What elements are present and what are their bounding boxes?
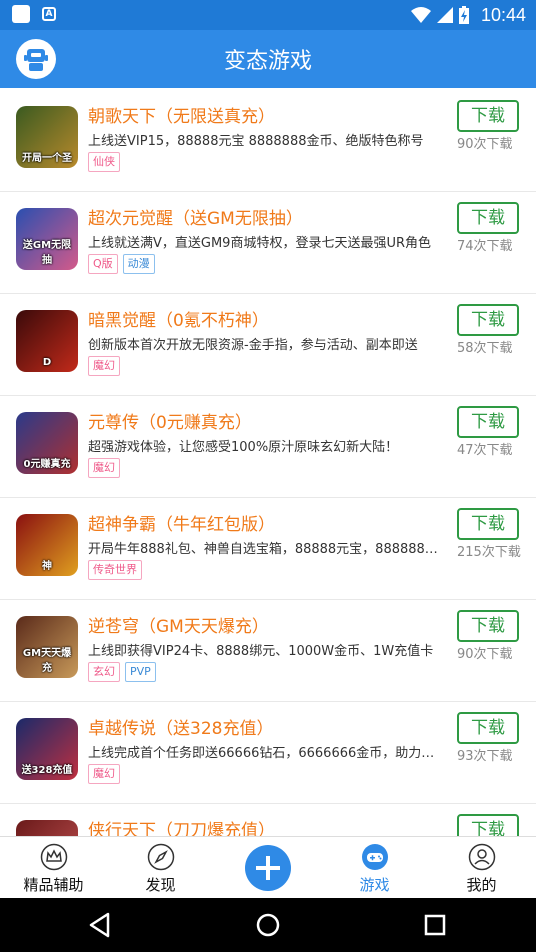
add-button[interactable] [245,845,291,891]
nav-label: 精品辅助 [23,876,84,894]
game-tag: 魔幻 [88,764,120,784]
game-tags: 魔幻 [88,764,120,784]
game-list-item[interactable]: GM天天爆充 逆苍穹（GM天天爆充） 上线即获得VIP24卡、8888绑元、1000… [0,600,536,702]
download-count: 93次下载 [457,749,513,764]
game-icon-label: 神 [42,561,52,572]
notification-square-icon [12,5,30,23]
game-icon[interactable]: 送GM无限抽 [16,208,78,270]
game-tag: Q版 [88,254,118,274]
battery-charging-icon [458,6,469,24]
game-icon-label: 开局一个圣 [22,153,72,164]
game-title[interactable]: 超神争霸（牛年红包版） [88,510,438,535]
game-icon[interactable]: GM天天爆充 [16,616,78,678]
clock: 10:44 [480,4,526,25]
user-icon [468,843,495,871]
wifi-icon [410,7,431,23]
nav-tab-games[interactable]: 游戏 [321,837,428,899]
download-count: 47次下载 [457,443,513,458]
download-button[interactable]: 下载 [457,100,519,132]
nav-label: 我的 [466,876,497,894]
game-icon[interactable] [16,820,78,836]
cellular-signal-icon [436,7,453,23]
nav-label: 游戏 [359,876,390,894]
game-title[interactable]: 超次元觉醒（送GM无限抽） [88,204,438,229]
compass-icon [147,843,174,871]
home-icon[interactable] [256,913,280,937]
game-list-item[interactable]: 神 超神争霸（牛年红包版） 开局牛年888礼包、神兽自选宝箱，88888元宝，888… [0,498,536,600]
game-title[interactable]: 逆苍穹（GM天天爆充） [88,612,438,637]
game-icon[interactable]: 0元赚真充 [16,412,78,474]
nav-tab-profile[interactable]: 我的 [428,837,535,899]
game-list-item[interactable]: D 暗黑觉醒（0氪不朽神） 创新版本首次开放无限资源-金手指，参与活动、副本即送魔幻… [0,294,536,396]
app-bar: 变态游戏 [0,30,536,88]
gamepad-icon [361,844,388,870]
game-icon[interactable]: D [16,310,78,372]
game-list-item[interactable]: 开局一个圣 朝歌天下（无限送真充） 上线送VIP15，88888元宝 8888888… [0,90,536,192]
game-description: 上线完成首个任务即送66666钻石，6666666金币，助力成长 [88,746,442,761]
system-nav-bar [0,898,536,952]
game-icon-label: 送328充值 [21,765,73,776]
game-icon[interactable]: 开局一个圣 [16,106,78,168]
game-list-item[interactable]: 送328充值 卓越传说（送328充值） 上线完成首个任务即送66666钻石，6666… [0,702,536,804]
game-list-item[interactable]: 0元赚真充 元尊传（0元赚真充） 超强游戏体验，让您感受100%原汁原味玄幻新大陆！… [0,396,536,498]
download-button[interactable]: 下载 [457,712,519,744]
game-title[interactable]: 卓越传说（送328充值） [88,714,438,739]
game-icon[interactable]: 神 [16,514,78,576]
game-tags: 玄幻 PVP [88,662,156,682]
game-title[interactable]: 暗黑觉醒（0氪不朽神） [88,306,438,331]
nav-label: 发现 [145,876,176,894]
recents-icon[interactable] [424,914,446,936]
game-title[interactable]: 元尊传（0元赚真充） [88,408,438,433]
game-tag: 仙侠 [88,152,120,172]
download-button[interactable]: 下载 [457,610,519,642]
nav-tab-discover[interactable]: 发现 [107,837,214,899]
download-button[interactable]: 下载 [457,814,519,836]
download-button[interactable]: 下载 [457,508,519,540]
back-icon[interactable] [88,912,112,938]
game-list-item[interactable]: 送GM无限抽 超次元觉醒（送GM无限抽） 上线就送满V，直送GM9商城特权，登录七天… [0,192,536,294]
nav-tab-featured[interactable]: 精品辅助 [0,837,107,899]
game-title[interactable]: 侠行天下（刀刀爆充值） [88,816,438,836]
status-bar: A 10:44 [0,0,536,30]
page-title: 变态游戏 [223,49,312,74]
game-description: 开局牛年888礼包、神兽自选宝箱，88888元宝，888888金币 [88,542,442,557]
download-button[interactable]: 下载 [457,304,519,336]
game-tag: 魔幻 [88,458,120,478]
bottom-nav: 精品辅助 发现 游戏 我的 [0,836,536,898]
game-tag: PVP [125,662,156,682]
game-tags: 传奇世界 [88,560,142,580]
download-button[interactable]: 下载 [457,202,519,234]
download-count: 58次下载 [457,341,513,356]
game-description: 上线就送满V，直送GM9商城特权，登录七天送最强UR角色 [88,236,432,251]
game-tag: 动漫 [122,254,155,274]
game-title[interactable]: 朝歌天下（无限送真充） [88,102,438,127]
game-description: 超强游戏体验，让您感受100%原汁原味玄幻新大陆！ [88,440,399,455]
game-tags: 魔幻 [88,458,120,478]
game-tags: 仙侠 [88,152,120,172]
game-tags: 魔幻 [88,356,120,376]
download-count: 215次下载 [457,545,521,560]
game-icon-label: 0元赚真充 [23,459,71,470]
download-button[interactable]: 下载 [457,406,519,438]
crown-icon [40,843,67,871]
game-tags: Q版 动漫 [88,254,155,274]
game-tag: 魔幻 [88,356,120,376]
game-description: 上线送VIP15，88888元宝 8888888金币、绝版特色称号 [88,134,424,149]
game-description: 创新版本首次开放无限资源-金手指，参与活动、副本即送 [88,338,418,353]
download-count: 90次下载 [457,137,513,152]
game-tag: 玄幻 [88,662,120,682]
download-count: 90次下载 [457,647,513,662]
game-icon-label: 送GM无限抽 [22,240,72,266]
game-list[interactable]: 开局一个圣 朝歌天下（无限送真充） 上线送VIP15，88888元宝 8888888… [0,90,536,836]
notification-a-icon: A [42,7,56,21]
game-tag: 传奇世界 [88,560,142,580]
download-count: 74次下载 [457,239,513,254]
game-icon-label: D [42,357,52,368]
plus-icon [256,856,280,880]
game-icon[interactable]: 送328充值 [16,718,78,780]
game-icon-label: GM天天爆充 [22,648,72,674]
game-description: 上线即获得VIP24卡、8888绑元、1000W金币、1W充值卡 [88,644,434,659]
game-list-item[interactable]: 侠行天下（刀刀爆充值） 下载 [0,804,536,836]
